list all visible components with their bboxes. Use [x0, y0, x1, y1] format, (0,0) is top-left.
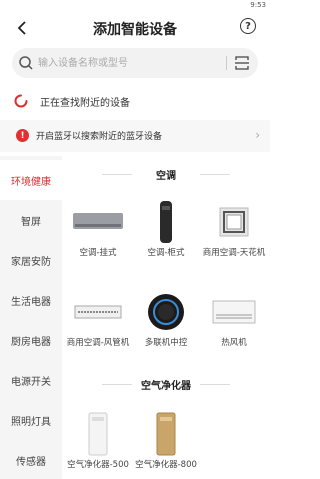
- bluetooth-notice-text: 开启蓝牙以搜索附近的蓝牙设备: [36, 132, 163, 142]
- section-title-air-purifier: 空气净化器: [141, 381, 191, 392]
- purifier-500-icon: [88, 412, 108, 456]
- page-title: 添加智能设备: [93, 22, 177, 38]
- sidebar-item-smart-screen[interactable]: 智屏: [0, 200, 62, 240]
- device-label: 空调-柜式: [147, 248, 185, 258]
- device-central-controller[interactable]: 多联机中控: [132, 290, 200, 349]
- header: 添加智能设备 ?: [0, 12, 270, 44]
- floor-ac-icon: [160, 201, 172, 243]
- device-wall-ac[interactable]: 空调-挂式: [64, 200, 132, 259]
- bluetooth-notice[interactable]: ! 开启蓝牙以搜索附近的蓝牙设备 ›: [0, 120, 270, 152]
- searching-text: 正在查找附近的设备: [40, 98, 130, 109]
- device-label: 空气净化器-500: [67, 460, 129, 470]
- chevron-right-icon: ›: [255, 128, 260, 142]
- device-label: 多联机中控: [144, 338, 188, 348]
- sidebar-item-kitchen[interactable]: 厨房电器: [0, 320, 62, 360]
- status-time: 9:53: [250, 1, 266, 9]
- search-icon: [19, 56, 33, 70]
- device-purifier-500[interactable]: 空气净化器-500: [64, 412, 132, 471]
- section-title-ac: 空调: [156, 171, 176, 182]
- device-floor-ac[interactable]: 空调-柜式: [132, 200, 200, 259]
- sidebar-item-lighting[interactable]: 照明灯具: [0, 400, 62, 440]
- device-catalog: 空调 空调-挂式 空调-柜式 商用空调-天花机 商用空调-风管机 多联机中控 热…: [62, 156, 270, 479]
- device-label: 商用空调-天花机: [202, 248, 266, 258]
- device-ceiling-ac[interactable]: 商用空调-天花机: [200, 200, 268, 259]
- duct-ac-icon: [74, 305, 122, 319]
- device-label: 空气净化器-800: [135, 460, 197, 470]
- search-input[interactable]: [38, 48, 218, 78]
- purifier-800-icon: [156, 412, 176, 456]
- sidebar-item-home-security[interactable]: 家居安防: [0, 240, 62, 280]
- loading-spinner-icon: [14, 94, 28, 108]
- ceiling-ac-icon: [219, 207, 249, 237]
- device-label: 空调-挂式: [79, 248, 117, 258]
- status-bar: 9:53: [0, 0, 270, 12]
- category-sidebar: 环境健康 智屏 家居安防 生活电器 厨房电器 电源开关 照明灯具 传感器: [0, 156, 62, 479]
- central-controller-icon: [148, 294, 184, 330]
- sidebar-item-sensor[interactable]: 传感器: [0, 440, 62, 479]
- heater-icon: [212, 300, 256, 324]
- device-label: 商用空调-风管机: [66, 338, 130, 348]
- wall-ac-icon: [73, 213, 123, 229]
- alert-icon: !: [16, 129, 29, 142]
- sidebar-item-power-switch[interactable]: 电源开关: [0, 360, 62, 400]
- scan-icon[interactable]: [234, 55, 250, 71]
- help-button[interactable]: ?: [240, 18, 256, 34]
- scan-divider: [226, 56, 227, 70]
- sidebar-item-appliances[interactable]: 生活电器: [0, 280, 62, 320]
- device-label: 热风机: [221, 338, 247, 348]
- sidebar-item-environment[interactable]: 环境健康: [0, 160, 62, 200]
- section-divider: [200, 384, 230, 385]
- search-box[interactable]: [12, 48, 258, 78]
- device-heater[interactable]: 热风机: [200, 290, 268, 349]
- section-divider: [200, 174, 230, 175]
- device-duct-ac[interactable]: 商用空调-风管机: [64, 290, 132, 349]
- device-purifier-800[interactable]: 空气净化器-800: [132, 412, 200, 471]
